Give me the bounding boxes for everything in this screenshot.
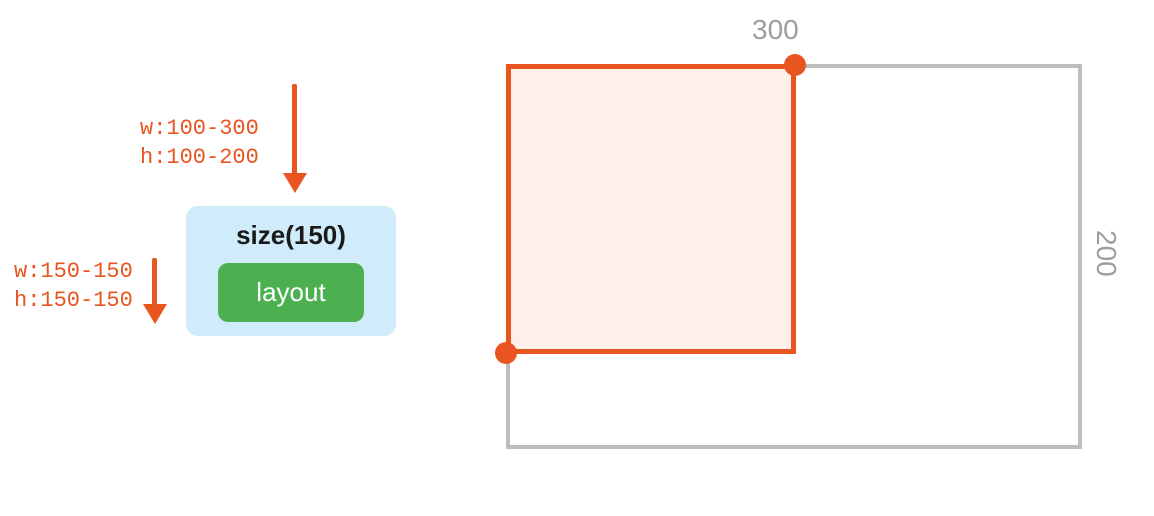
outgoing-height-text: h:150-150 bbox=[14, 287, 133, 316]
incoming-width-text: w:100-300 bbox=[140, 115, 259, 144]
size-title: size(150) bbox=[200, 220, 382, 251]
incoming-arrow-icon bbox=[292, 84, 297, 189]
handle-dot-bottom-left bbox=[495, 342, 517, 364]
handle-dot-top-right bbox=[784, 54, 806, 76]
layout-child-box: layout bbox=[218, 263, 363, 322]
outgoing-constraints-label: w:150-150 h:150-150 bbox=[14, 258, 133, 315]
incoming-constraints-label: w:100-300 h:100-200 bbox=[140, 115, 259, 172]
outgoing-width-text: w:150-150 bbox=[14, 258, 133, 287]
inner-size-rect bbox=[506, 64, 796, 354]
height-dimension-label: 200 bbox=[1090, 230, 1122, 277]
width-dimension-label: 300 bbox=[752, 14, 799, 46]
outgoing-arrow-icon bbox=[152, 258, 157, 320]
layout-label: layout bbox=[256, 277, 325, 307]
size-modifier-box: size(150) layout bbox=[186, 206, 396, 336]
incoming-height-text: h:100-200 bbox=[140, 144, 259, 173]
